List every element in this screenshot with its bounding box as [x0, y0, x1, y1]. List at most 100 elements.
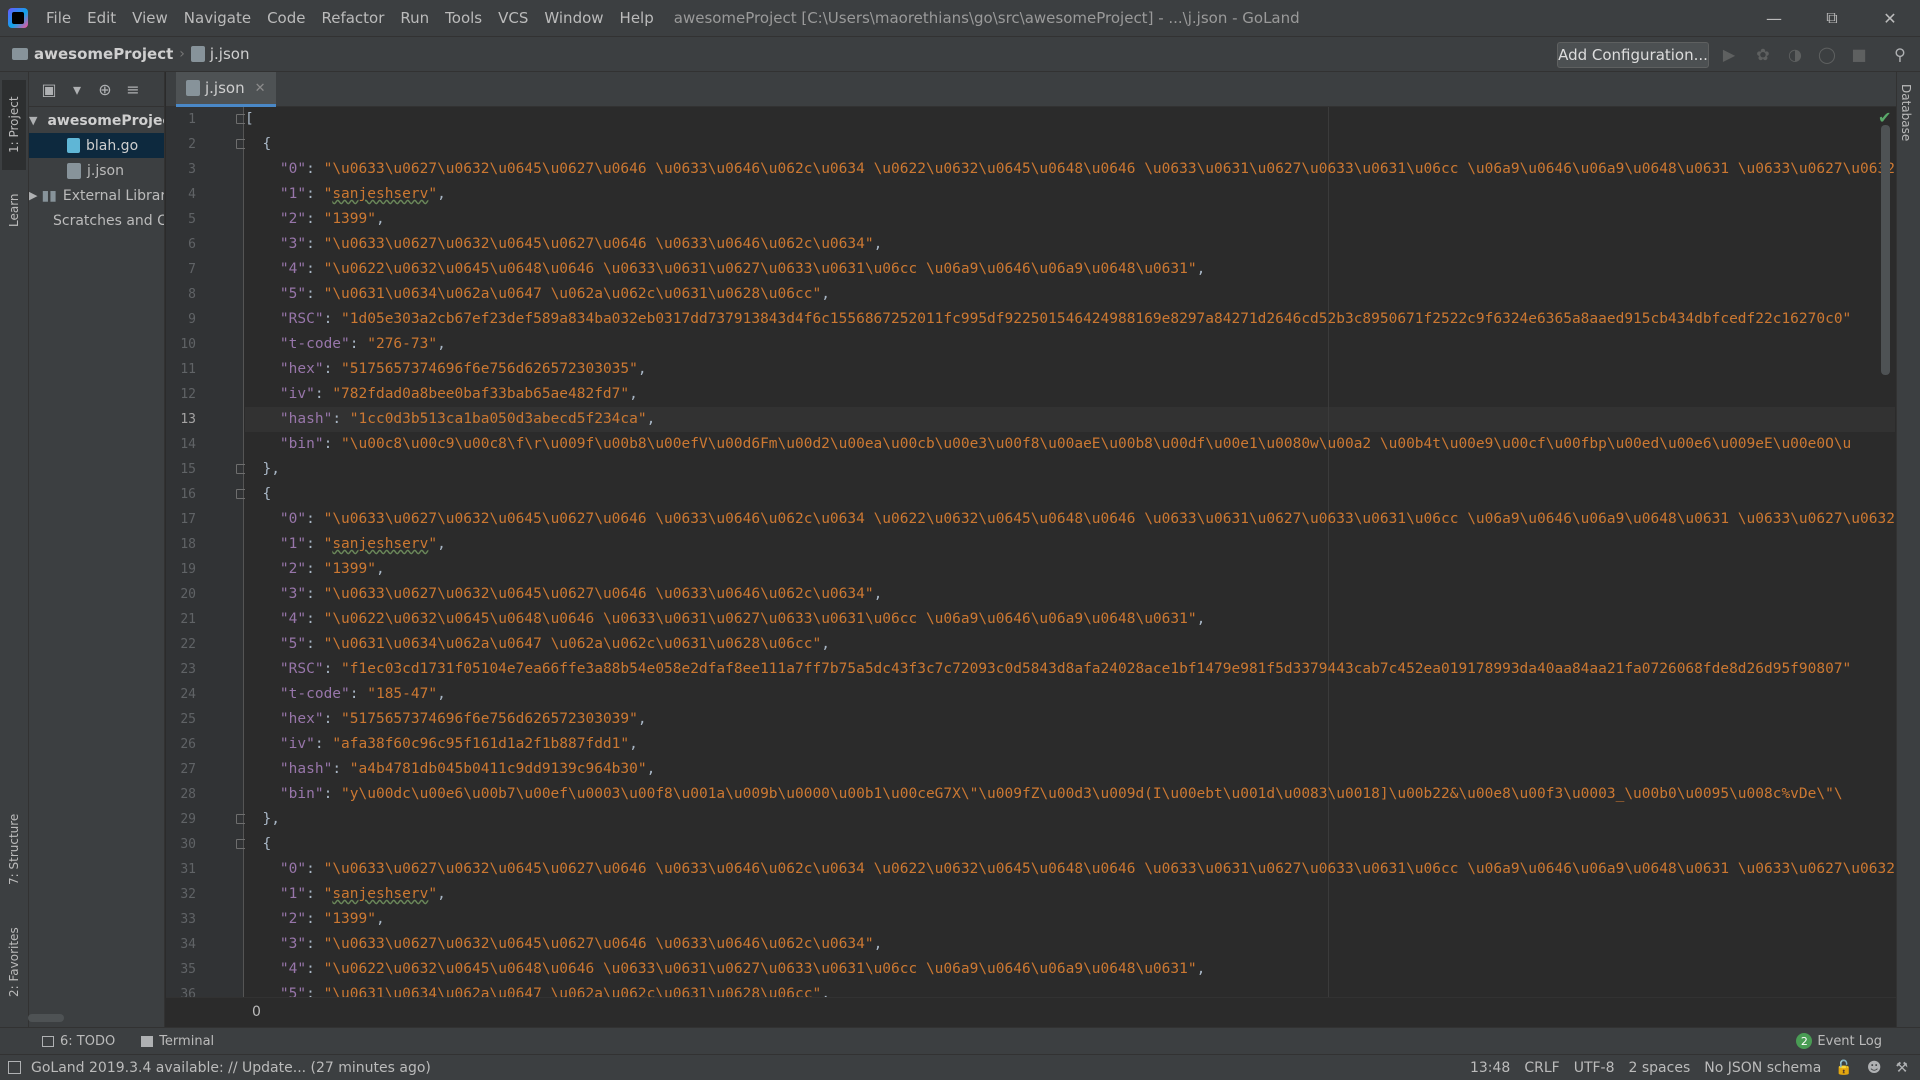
editor-gutter[interactable]: 1 2 3 4 5 6 7 8 9 10 11 12 13 14 15 16 17 18 19 20 21 22 23 24 2… — [166, 107, 265, 1002]
expand-arrow-icon[interactable]: ▼ — [29, 114, 37, 127]
code-line[interactable]: "0": "\u0633\u0627\u0632\u0645\u0627\u06… — [245, 857, 1895, 882]
locate-icon[interactable]: ⊕ — [95, 80, 115, 99]
tab-project[interactable]: 1: Project — [2, 80, 26, 170]
code-line[interactable]: "5": "\u0631\u0634\u062a\u0647 \u062a\u0… — [245, 282, 830, 307]
expand-arrow-icon[interactable]: ▶ — [29, 189, 37, 202]
tab-favorites[interactable]: 2: Favorites — [2, 912, 26, 1012]
code-token: "1399" — [323, 561, 376, 577]
line-separator[interactable]: CRLF — [1524, 1060, 1559, 1076]
event-log-button[interactable]: 2 Event Log — [1796, 1033, 1882, 1049]
code-line[interactable]: "3": "\u0633\u0627\u0632\u0645\u0627\u06… — [245, 582, 882, 607]
code-line[interactable]: "hex": "5175657374696f6e756d626572303039… — [245, 707, 647, 732]
code-token: "1" — [279, 186, 307, 202]
tree-item-scratches[interactable]: Scratches and Consoles — [29, 208, 164, 233]
code-line[interactable]: { — [245, 482, 271, 507]
code-line[interactable]: "0": "\u0633\u0627\u0632\u0645\u0627\u06… — [245, 507, 1895, 532]
code-line[interactable]: "hex": "5175657374696f6e756d626572303035… — [245, 357, 647, 382]
menu-file[interactable]: File — [38, 0, 79, 36]
code-token: "4" — [279, 961, 307, 977]
code-line[interactable]: "5": "\u0631\u0634\u062a\u0647 \u062a\u0… — [245, 632, 830, 657]
code-line[interactable]: "bin": "\u00c8\u00c9\u00c8\f\r\u009f\u00… — [245, 432, 1851, 457]
code-line[interactable]: "1": "sanjeshserv", — [245, 532, 446, 557]
project-dropdown-icon[interactable]: ▾ — [67, 80, 87, 99]
menu-help[interactable]: Help — [612, 0, 662, 36]
code-line[interactable]: "RSC": "f1ec03cd1731f05104e7ea66ffe3a88b… — [245, 657, 1851, 682]
tree-item-blah-go[interactable]: blah.go — [29, 133, 164, 158]
collapse-all-icon[interactable]: ≡ — [123, 80, 143, 99]
stop-icon[interactable]: ■ — [1849, 45, 1869, 65]
code-line[interactable]: "3": "\u0633\u0627\u0632\u0645\u0627\u06… — [245, 232, 882, 257]
menu-run[interactable]: Run — [392, 0, 437, 36]
menu-tools[interactable]: Tools — [437, 0, 490, 36]
menu-view[interactable]: View — [124, 0, 176, 36]
indent-setting[interactable]: 2 spaces — [1629, 1060, 1691, 1076]
tab-database[interactable]: Database — [1899, 84, 1913, 141]
code-editor[interactable]: [ { "0": "\u0633\u0627\u0632\u0645\u0627… — [245, 107, 1895, 997]
code-line[interactable]: "t-code": "185-47", — [245, 682, 446, 707]
menu-code[interactable]: Code — [259, 0, 313, 36]
tab-structure[interactable]: 7: Structure — [2, 802, 26, 897]
project-view-icon[interactable]: ▣ — [39, 80, 59, 99]
menu-navigate[interactable]: Navigate — [176, 0, 259, 36]
horizontal-scrollbar[interactable] — [28, 1014, 64, 1022]
menu-window[interactable]: Window — [536, 0, 611, 36]
code-line[interactable]: "3": "\u0633\u0627\u0632\u0645\u0627\u06… — [245, 932, 882, 957]
editor-breadcrumb[interactable]: 0 — [252, 1004, 261, 1020]
tab-todo[interactable]: 6: TODO — [42, 1034, 115, 1049]
code-token: , — [1196, 961, 1206, 977]
inspector-icon[interactable]: ☻ — [1867, 1060, 1882, 1076]
code-line[interactable]: }, — [245, 807, 279, 832]
code-line[interactable]: "hash": "1cc0d3b513ca1ba050d3abecd5f234c… — [245, 407, 655, 432]
toggle-tool-windows-icon[interactable] — [8, 1061, 21, 1074]
status-message[interactable]: GoLand 2019.3.4 available: // Update... … — [31, 1060, 431, 1076]
code-line[interactable]: "t-code": "276-73", — [245, 332, 446, 357]
code-line[interactable]: "iv": "782fdad0a8bee0baf33bab65ae482fd7"… — [245, 382, 638, 407]
tree-item-j-json[interactable]: j.json — [29, 158, 164, 183]
code-line[interactable]: }, — [245, 457, 279, 482]
search-everywhere-icon[interactable]: ⚲ — [1890, 45, 1910, 65]
code-line[interactable]: { — [245, 132, 271, 157]
code-line[interactable]: "4": "\u0622\u0632\u0645\u0648\u0646 \u0… — [245, 957, 1205, 982]
file-encoding[interactable]: UTF-8 — [1574, 1060, 1615, 1076]
lock-icon[interactable]: 🔓 — [1835, 1060, 1852, 1076]
run-icon[interactable]: ▶ — [1719, 45, 1739, 65]
tab-learn[interactable]: Learn — [2, 180, 26, 240]
breadcrumb-project[interactable]: awesomeProject — [34, 45, 173, 63]
code-line[interactable]: "5": "\u0631\u0634\u062a\u0647 \u062a\u0… — [245, 982, 830, 997]
menu-edit[interactable]: Edit — [79, 0, 124, 36]
close-window-icon[interactable]: ✕ — [1861, 0, 1919, 36]
add-configuration-button[interactable]: Add Configuration... — [1557, 42, 1709, 68]
code-line[interactable]: "1": "sanjeshserv", — [245, 882, 446, 907]
code-line[interactable]: [ — [245, 107, 254, 132]
code-line[interactable]: { — [245, 832, 271, 857]
breadcrumb-file[interactable]: j.json — [210, 45, 250, 63]
code-line[interactable]: "2": "1399", — [245, 907, 385, 932]
json-schema[interactable]: No JSON schema — [1704, 1060, 1821, 1076]
tab-terminal[interactable]: Terminal — [141, 1034, 214, 1049]
menu-refactor[interactable]: Refactor — [313, 0, 392, 36]
tab-j-json[interactable]: j.json ✕ — [176, 72, 276, 107]
profile-icon[interactable]: ◯ — [1817, 45, 1837, 65]
code-line[interactable]: "hash": "a4b4781db045b0411c9dd9139c964b3… — [245, 757, 655, 782]
coverage-icon[interactable]: ◑ — [1785, 45, 1805, 65]
code-line[interactable]: "4": "\u0622\u0632\u0645\u0648\u0646 \u0… — [245, 607, 1205, 632]
code-line[interactable]: "0": "\u0633\u0627\u0632\u0645\u0627\u06… — [245, 157, 1895, 182]
tree-item-project-root[interactable]: ▼ awesomeProject — [29, 108, 164, 133]
minimize-icon[interactable]: — — [1745, 0, 1803, 36]
code-line[interactable]: "2": "1399", — [245, 557, 385, 582]
code-line[interactable]: "RSC": "1d05e303a2cb67ef23def589a834ba03… — [245, 307, 1851, 332]
code-line[interactable]: "1": "sanjeshserv", — [245, 182, 446, 207]
code-line[interactable]: "iv": "afa38f60c96c95f161d1a2f1b887fdd1"… — [245, 732, 638, 757]
code-line[interactable]: "4": "\u0622\u0632\u0645\u0648\u0646 \u0… — [245, 257, 1205, 282]
code-line[interactable]: "bin": "y\u00dc\u00e6\u00b7\u00ef\u0003\… — [245, 782, 1843, 807]
code-token: : — [306, 636, 324, 652]
menu-vcs[interactable]: VCS — [490, 0, 536, 36]
settings-wrench-icon[interactable]: ⚒ — [1895, 1060, 1908, 1076]
close-tab-icon[interactable]: ✕ — [255, 81, 266, 96]
debug-icon[interactable]: ✿ — [1753, 45, 1773, 65]
code-line[interactable]: "2": "1399", — [245, 207, 385, 232]
caret-position[interactable]: 13:48 — [1470, 1060, 1510, 1076]
vertical-scrollbar[interactable] — [1881, 125, 1890, 375]
restore-icon[interactable]: ⧉ — [1803, 0, 1861, 36]
tree-item-external-libraries[interactable]: ▶ ▮▮ External Libraries — [29, 183, 164, 208]
